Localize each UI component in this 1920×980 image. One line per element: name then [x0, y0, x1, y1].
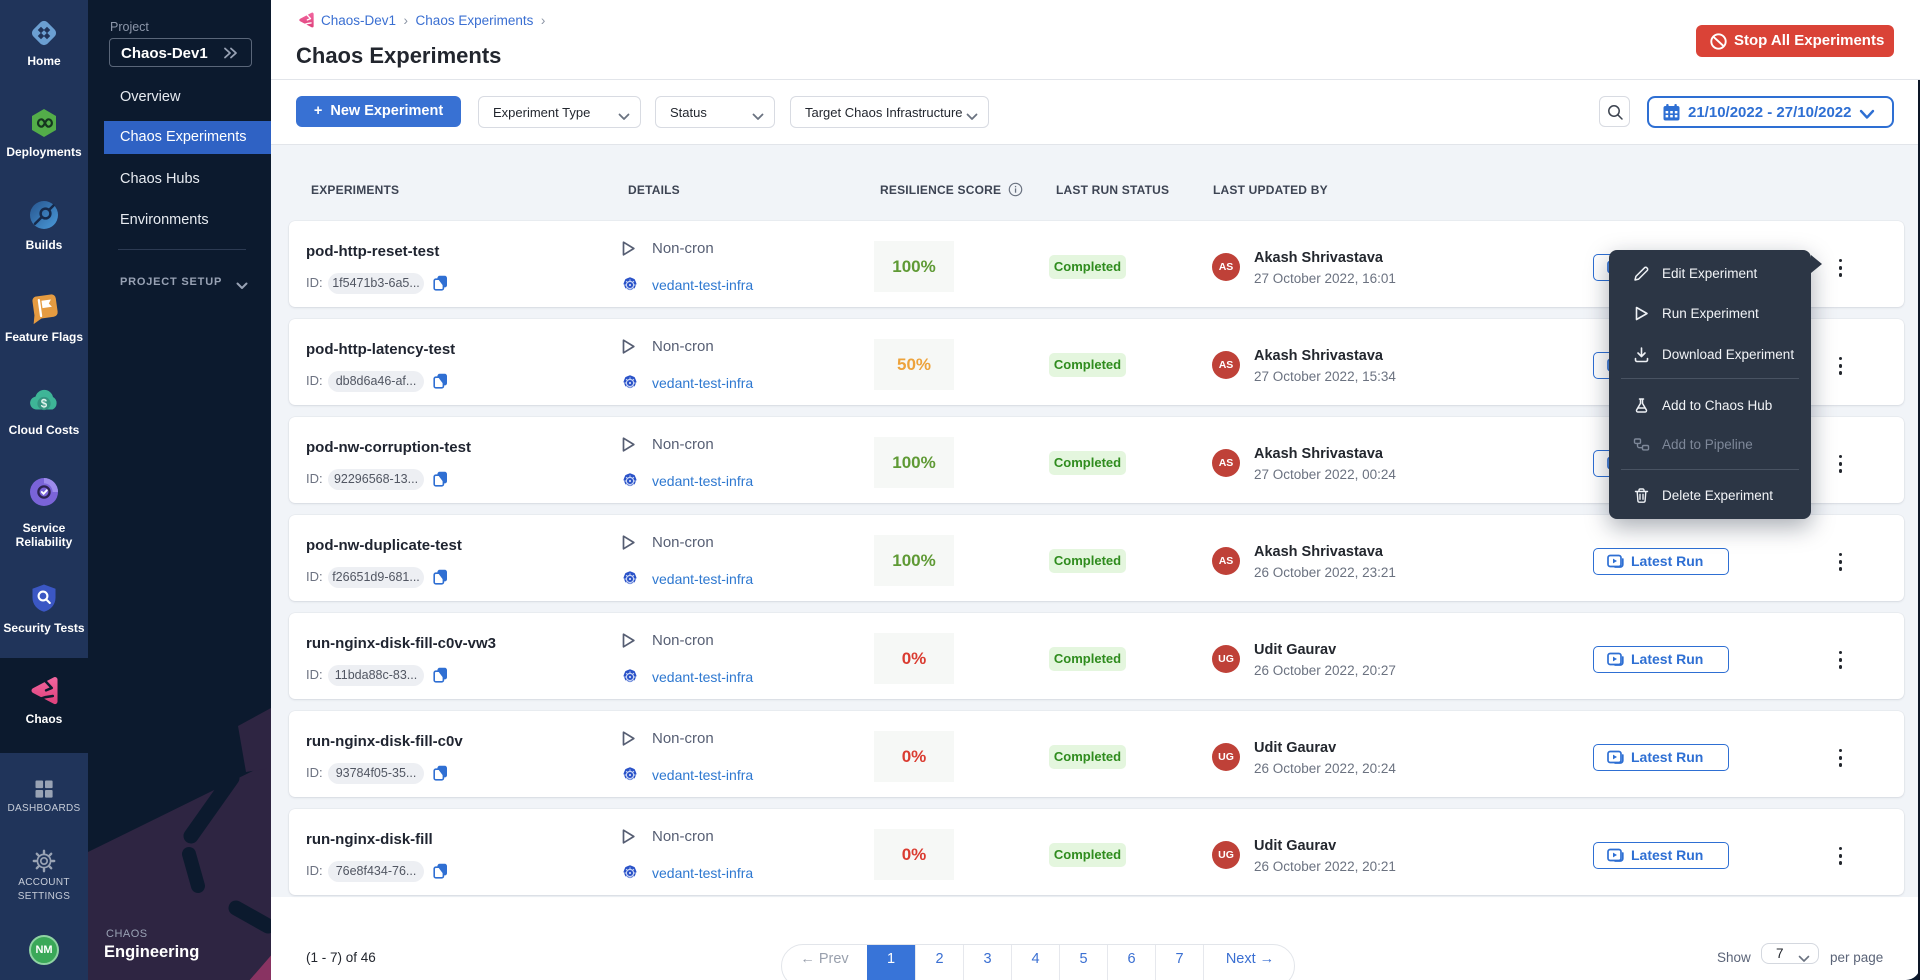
svg-text:$: $ — [41, 399, 48, 411]
